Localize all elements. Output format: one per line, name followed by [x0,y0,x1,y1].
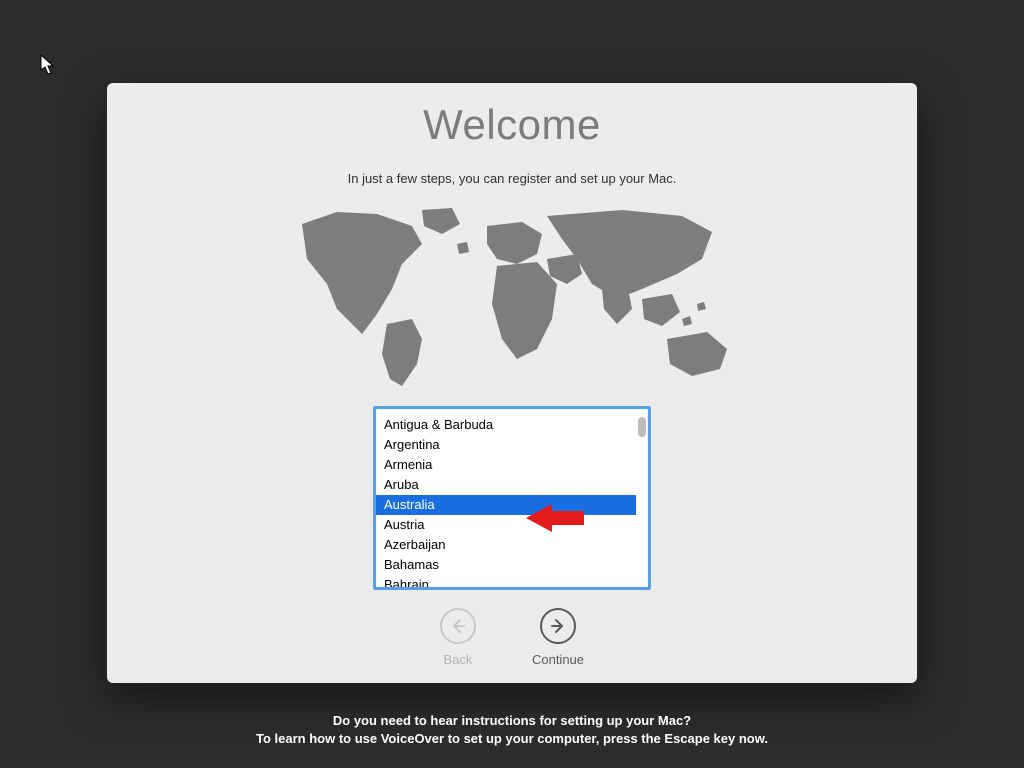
voiceover-prompt: Do you need to hear instructions for set… [0,712,1024,748]
country-option[interactable]: Aruba [376,475,636,495]
arrow-right-icon [540,608,576,644]
listbox-scrollbar[interactable] [638,411,646,585]
country-option[interactable]: Bahamas [376,555,636,575]
mouse-cursor-icon [40,54,56,76]
continue-label: Continue [532,652,584,667]
back-button: Back [440,608,476,667]
page-title: Welcome [107,101,917,149]
country-option[interactable]: Bahrain [376,575,636,587]
country-option[interactable]: Argentina [376,435,636,455]
arrow-left-icon [440,608,476,644]
page-subtitle: In just a few steps, you can register an… [107,171,917,186]
continue-button[interactable]: Continue [532,608,584,667]
back-label: Back [444,652,473,667]
country-listbox[interactable]: AntarcticaAntigua & BarbudaArgentinaArme… [373,406,651,590]
country-option[interactable]: Australia [376,495,636,515]
setup-assistant-window: Welcome In just a few steps, you can reg… [107,83,917,683]
navigation-buttons: Back Continue [107,608,917,667]
country-option[interactable]: Austria [376,515,636,535]
desktop-background: Welcome In just a few steps, you can reg… [0,0,1024,768]
voiceover-line1: Do you need to hear instructions for set… [0,712,1024,730]
scrollbar-thumb[interactable] [638,417,646,437]
voiceover-line2: To learn how to use VoiceOver to set up … [0,730,1024,748]
country-option[interactable]: Antigua & Barbuda [376,415,636,435]
country-option[interactable]: Armenia [376,455,636,475]
world-map-image [282,204,742,394]
country-option[interactable]: Azerbaijan [376,535,636,555]
